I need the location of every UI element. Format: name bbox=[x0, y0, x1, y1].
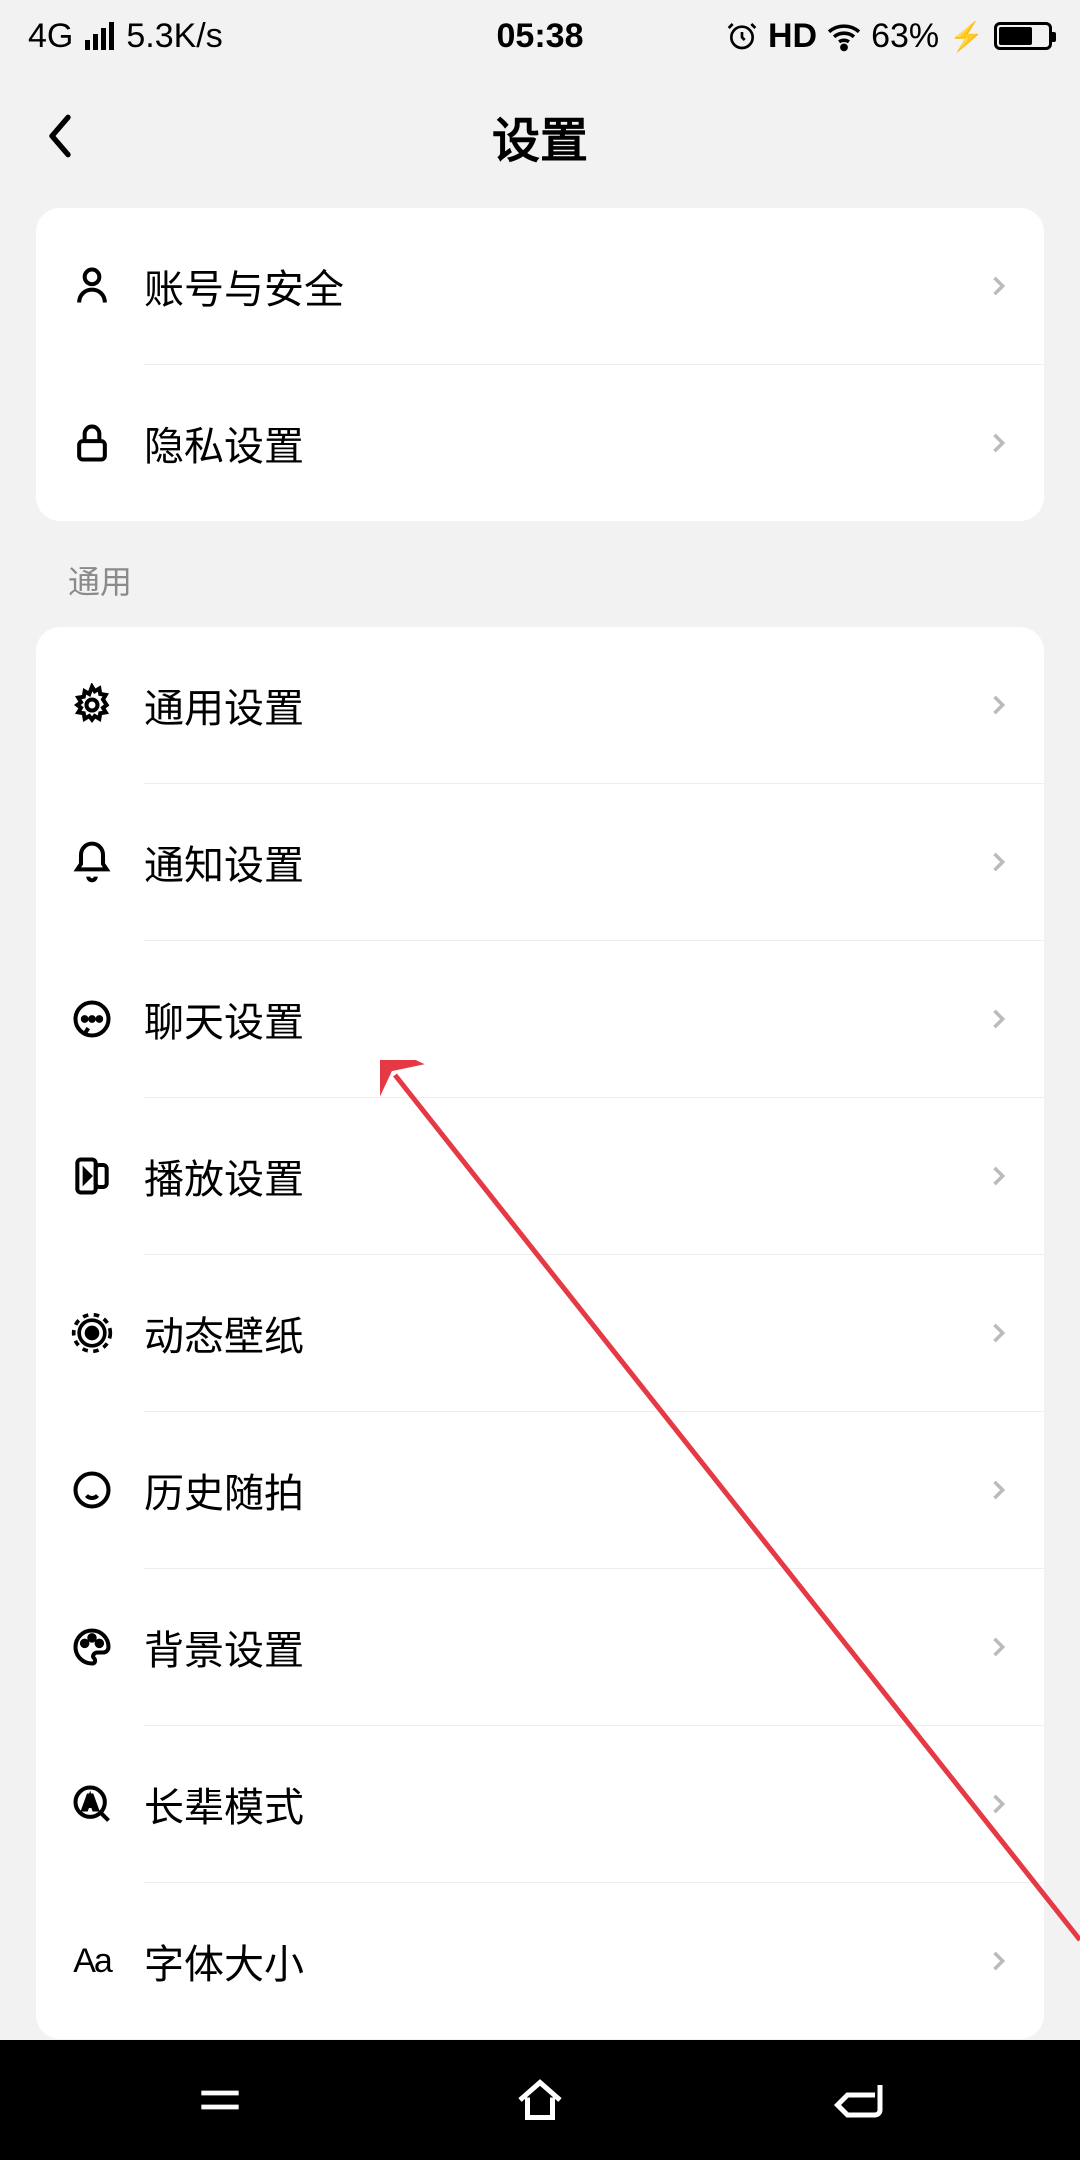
row-label: 聊天设置 bbox=[144, 990, 984, 1048]
system-nav-bar bbox=[0, 2040, 1080, 2160]
row-privacy[interactable]: 隐私设置 bbox=[36, 365, 1044, 521]
chevron-right-icon bbox=[984, 429, 1012, 457]
row-chat-settings[interactable]: 聊天设置 bbox=[36, 941, 1044, 1097]
status-left: 4G 5.3K/s bbox=[28, 17, 223, 56]
nav-recent-button[interactable] bbox=[180, 2060, 260, 2140]
alarm-icon bbox=[726, 20, 758, 52]
wallpaper-icon bbox=[68, 1309, 116, 1357]
settings-group-general: 通用设置 通知设置 聊天设置 播放设置 动态壁纸 bbox=[36, 627, 1044, 2039]
row-label: 隐私设置 bbox=[144, 414, 984, 472]
row-label: 通用设置 bbox=[144, 676, 984, 734]
nav-back-button[interactable] bbox=[820, 2060, 900, 2140]
nav-home-button[interactable] bbox=[500, 2060, 580, 2140]
menu-icon bbox=[192, 2072, 248, 2128]
gear-icon bbox=[68, 681, 116, 729]
row-history-shot[interactable]: 历史随拍 bbox=[36, 1412, 1044, 1568]
row-label: 长辈模式 bbox=[144, 1775, 984, 1833]
chevron-right-icon bbox=[984, 691, 1012, 719]
row-notification-settings[interactable]: 通知设置 bbox=[36, 784, 1044, 940]
network-type: 4G bbox=[28, 17, 73, 56]
row-account-security[interactable]: 账号与安全 bbox=[36, 208, 1044, 364]
row-label: 字体大小 bbox=[144, 1932, 984, 1990]
palette-icon bbox=[68, 1623, 116, 1671]
chevron-right-icon bbox=[984, 1005, 1012, 1033]
font-icon: Aa bbox=[68, 1937, 116, 1985]
back-button[interactable] bbox=[36, 112, 84, 160]
chevron-right-icon bbox=[984, 272, 1012, 300]
row-font-size[interactable]: Aa 字体大小 bbox=[36, 1883, 1044, 2039]
row-label: 背景设置 bbox=[144, 1618, 984, 1676]
chevron-right-icon bbox=[984, 1319, 1012, 1347]
row-live-wallpaper[interactable]: 动态壁纸 bbox=[36, 1255, 1044, 1411]
charging-icon: ⚡ bbox=[949, 20, 984, 53]
hd-label: HD bbox=[768, 17, 817, 56]
row-label: 播放设置 bbox=[144, 1147, 984, 1205]
content-scroll[interactable]: 账号与安全 隐私设置 通用 通用设置 通知设置 聊天设置 bbox=[0, 200, 1080, 2040]
status-right: HD 63% ⚡ bbox=[726, 17, 1052, 56]
page-title: 设置 bbox=[492, 101, 588, 171]
row-label: 通知设置 bbox=[144, 833, 984, 891]
chevron-left-icon bbox=[44, 112, 76, 160]
home-icon bbox=[510, 2070, 570, 2130]
wifi-icon bbox=[827, 19, 861, 53]
signal-icon bbox=[85, 22, 114, 50]
row-elder-mode[interactable]: A 长辈模式 bbox=[36, 1726, 1044, 1882]
row-label: 历史随拍 bbox=[144, 1461, 984, 1519]
back-icon bbox=[830, 2070, 890, 2130]
chevron-right-icon bbox=[984, 1476, 1012, 1504]
battery-pct: 63% bbox=[871, 17, 939, 56]
chevron-right-icon bbox=[984, 1790, 1012, 1818]
chevron-right-icon bbox=[984, 848, 1012, 876]
play-icon bbox=[68, 1152, 116, 1200]
clock-icon bbox=[68, 1466, 116, 1514]
page-header: 设置 bbox=[0, 72, 1080, 200]
chevron-right-icon bbox=[984, 1633, 1012, 1661]
elder-icon: A bbox=[68, 1780, 116, 1828]
battery-icon bbox=[994, 22, 1052, 50]
chevron-right-icon bbox=[984, 1947, 1012, 1975]
row-background-settings[interactable]: 背景设置 bbox=[36, 1569, 1044, 1725]
status-bar: 4G 5.3K/s 05:38 HD 63% ⚡ bbox=[0, 0, 1080, 72]
chat-icon bbox=[68, 995, 116, 1043]
row-label: 账号与安全 bbox=[144, 257, 984, 315]
row-label: 动态壁纸 bbox=[144, 1304, 984, 1362]
status-time: 05:38 bbox=[497, 17, 584, 56]
person-icon bbox=[68, 262, 116, 310]
section-label-general: 通用 bbox=[0, 521, 1080, 627]
lock-icon bbox=[68, 419, 116, 467]
settings-group-account: 账号与安全 隐私设置 bbox=[36, 208, 1044, 521]
row-playback-settings[interactable]: 播放设置 bbox=[36, 1098, 1044, 1254]
row-general-settings[interactable]: 通用设置 bbox=[36, 627, 1044, 783]
chevron-right-icon bbox=[984, 1162, 1012, 1190]
svg-text:A: A bbox=[83, 1793, 98, 1815]
bell-icon bbox=[68, 838, 116, 886]
network-speed: 5.3K/s bbox=[126, 17, 222, 56]
